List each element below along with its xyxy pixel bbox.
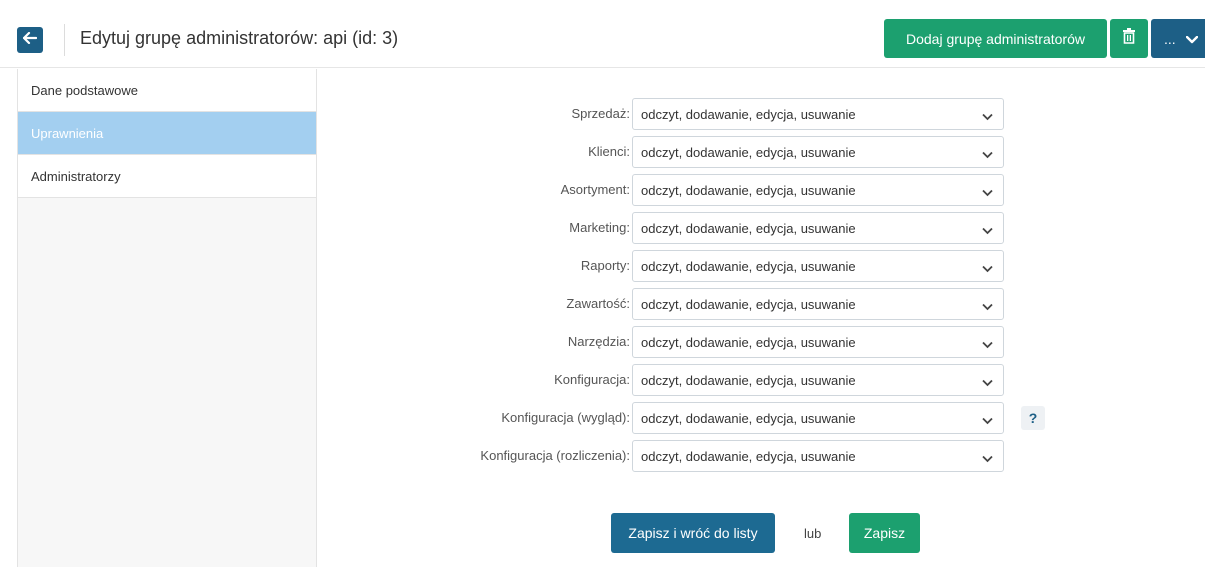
permission-row-sales: Sprzedaż: odczyt, dodawanie, edycja, usu…	[330, 98, 1050, 130]
select-value: odczyt, dodawanie, edycja, usuwanie	[641, 372, 856, 388]
chevron-down-icon	[982, 109, 993, 124]
content-permission-select[interactable]: odczyt, dodawanie, edycja, usuwanie	[632, 288, 1004, 320]
sidebar-item-label: Dane podstawowe	[31, 82, 138, 98]
configuration-billing-permission-select[interactable]: odczyt, dodawanie, edycja, usuwanie	[632, 440, 1004, 472]
chevron-down-icon	[982, 223, 993, 238]
chevron-down-icon	[982, 299, 993, 314]
assortment-permission-select[interactable]: odczyt, dodawanie, edycja, usuwanie	[632, 174, 1004, 206]
configuration-appearance-permission-select[interactable]: odczyt, dodawanie, edycja, usuwanie	[632, 402, 1004, 434]
field-label: Raporty:	[580, 258, 630, 273]
permission-row-configuration: Konfiguracja: odczyt, dodawanie, edycja,…	[330, 364, 1050, 396]
help-icon[interactable]: ?	[1021, 406, 1045, 430]
field-label: Konfiguracja (rozliczenia):	[480, 448, 630, 463]
sales-permission-select[interactable]: odczyt, dodawanie, edycja, usuwanie	[632, 98, 1004, 130]
permission-row-clients: Klienci: odczyt, dodawanie, edycja, usuw…	[330, 136, 1050, 168]
field-label: Marketing:	[569, 220, 630, 235]
chevron-down-icon	[982, 375, 993, 390]
save-and-return-button[interactable]: Zapisz i wróć do listy	[611, 513, 775, 553]
arrow-left-icon	[22, 31, 38, 49]
add-admin-group-button[interactable]: Dodaj grupę administratorów	[884, 19, 1107, 58]
top-bar: Edytuj grupę administratorów: api (id: 3…	[0, 0, 1205, 68]
sidebar-item-administrators[interactable]: Administratorzy	[18, 155, 316, 198]
field-label: Sprzedaż:	[571, 106, 630, 121]
more-label: ...	[1164, 30, 1176, 47]
field-label: Konfiguracja:	[554, 372, 630, 387]
select-value: odczyt, dodawanie, edycja, usuwanie	[641, 106, 856, 122]
reports-permission-select[interactable]: odczyt, dodawanie, edycja, usuwanie	[632, 250, 1004, 282]
sidebar-item-label: Uprawnienia	[31, 125, 104, 141]
delete-button[interactable]	[1110, 19, 1148, 58]
or-label: lub	[804, 526, 822, 541]
permission-row-configuration-appearance: Konfiguracja (wygląd): odczyt, dodawanie…	[330, 402, 1050, 434]
trash-icon	[1122, 28, 1136, 49]
sidebar: Dane podstawowe Uprawnienia Administrato…	[17, 69, 317, 567]
chevron-down-icon	[982, 337, 993, 352]
sidebar-item-permissions[interactable]: Uprawnienia	[18, 112, 316, 155]
permission-row-content: Zawartość: odczyt, dodawanie, edycja, us…	[330, 288, 1050, 320]
select-value: odczyt, dodawanie, edycja, usuwanie	[641, 296, 856, 312]
field-label: Konfiguracja (wygląd):	[501, 410, 630, 425]
chevron-down-icon	[982, 451, 993, 466]
select-value: odczyt, dodawanie, edycja, usuwanie	[641, 220, 856, 236]
marketing-permission-select[interactable]: odczyt, dodawanie, edycja, usuwanie	[632, 212, 1004, 244]
title-divider	[64, 24, 65, 56]
sidebar-item-basic-data[interactable]: Dane podstawowe	[18, 69, 316, 112]
chevron-down-icon	[1185, 31, 1198, 47]
chevron-down-icon	[982, 147, 993, 162]
select-value: odczyt, dodawanie, edycja, usuwanie	[641, 334, 856, 350]
field-label: Zawartość:	[566, 296, 630, 311]
select-value: odczyt, dodawanie, edycja, usuwanie	[641, 144, 856, 160]
select-value: odczyt, dodawanie, edycja, usuwanie	[641, 410, 856, 426]
permission-row-reports: Raporty: odczyt, dodawanie, edycja, usuw…	[330, 250, 1050, 282]
sidebar-item-label: Administratorzy	[31, 168, 121, 184]
save-button[interactable]: Zapisz	[849, 513, 920, 553]
permission-row-tools: Narzędzia: odczyt, dodawanie, edycja, us…	[330, 326, 1050, 358]
page-title: Edytuj grupę administratorów: api (id: 3…	[80, 28, 399, 48]
permission-row-assortment: Asortyment: odczyt, dodawanie, edycja, u…	[330, 174, 1050, 206]
chevron-down-icon	[982, 185, 993, 200]
permission-row-configuration-billing: Konfiguracja (rozliczenia): odczyt, doda…	[330, 440, 1050, 472]
field-label: Klienci:	[588, 144, 630, 159]
select-value: odczyt, dodawanie, edycja, usuwanie	[641, 182, 856, 198]
select-value: odczyt, dodawanie, edycja, usuwanie	[641, 448, 856, 464]
field-label: Asortyment:	[560, 182, 630, 197]
field-label: Narzędzia:	[567, 334, 630, 349]
back-button[interactable]	[17, 27, 43, 53]
chevron-down-icon	[982, 261, 993, 276]
configuration-permission-select[interactable]: odczyt, dodawanie, edycja, usuwanie	[632, 364, 1004, 396]
tools-permission-select[interactable]: odczyt, dodawanie, edycja, usuwanie	[632, 326, 1004, 358]
chevron-down-icon	[982, 413, 993, 428]
permission-row-marketing: Marketing: odczyt, dodawanie, edycja, us…	[330, 212, 1050, 244]
more-actions-dropdown[interactable]: ...	[1151, 19, 1205, 58]
clients-permission-select[interactable]: odczyt, dodawanie, edycja, usuwanie	[632, 136, 1004, 168]
select-value: odczyt, dodawanie, edycja, usuwanie	[641, 258, 856, 274]
